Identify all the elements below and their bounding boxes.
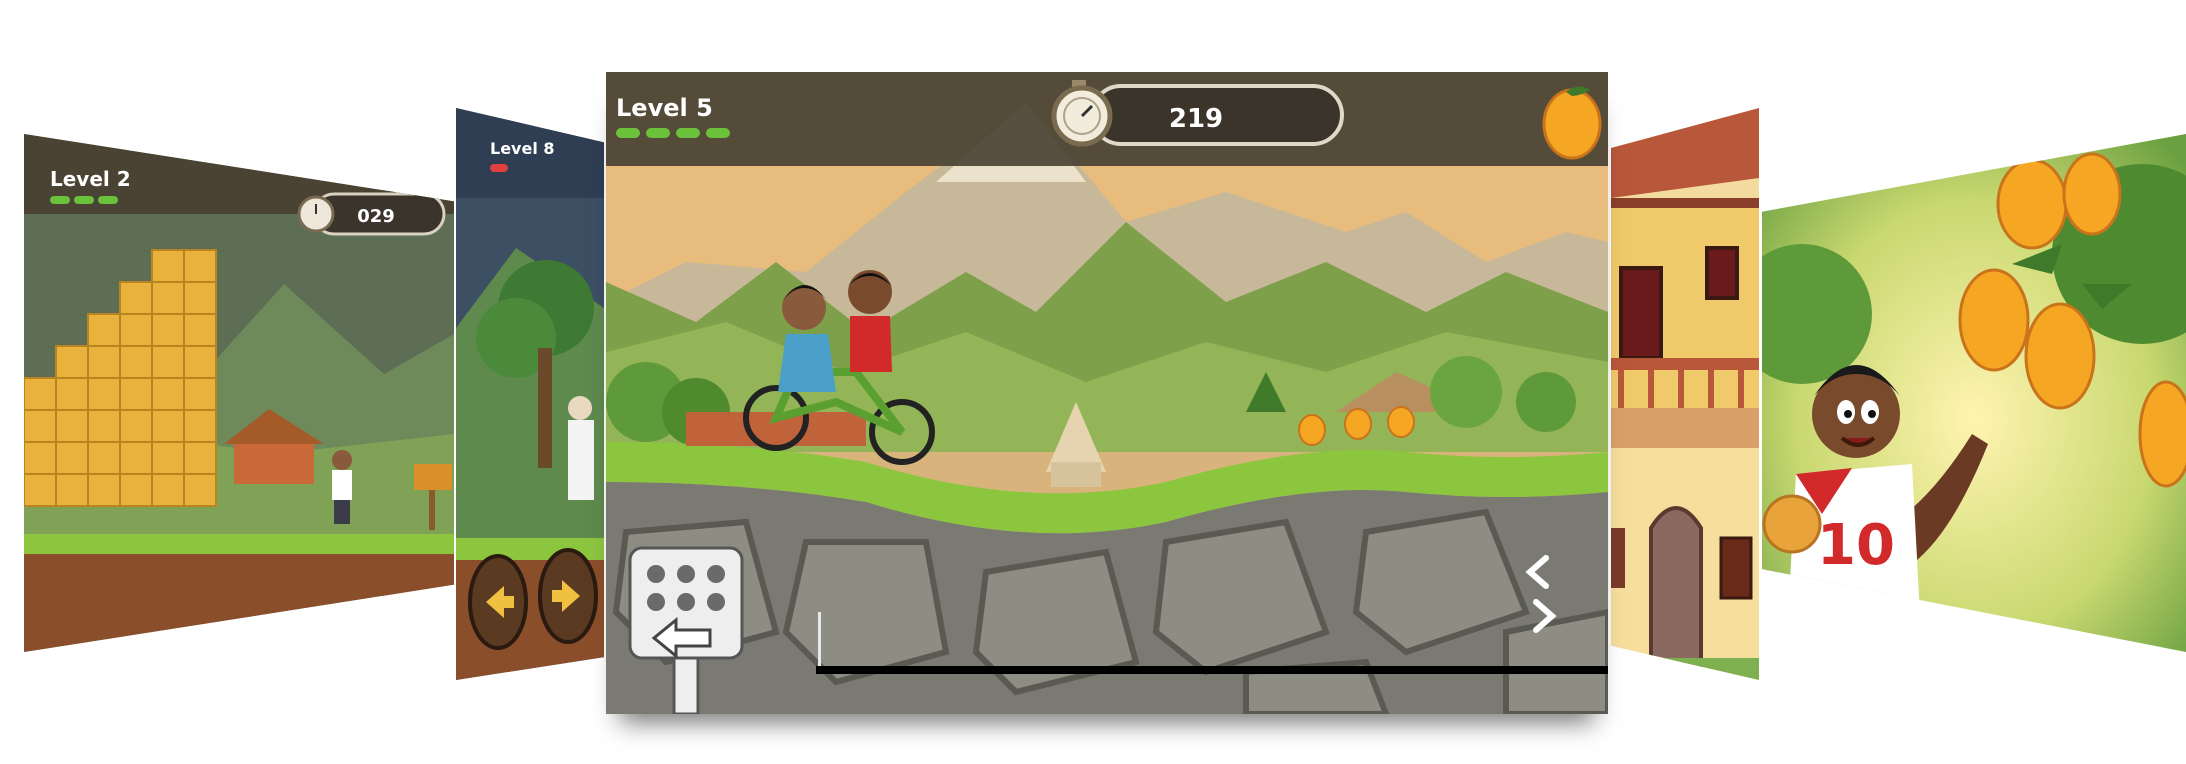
level-label-l8: Level 8 [490, 139, 555, 158]
screenshot-house-scene [1611, 108, 1759, 680]
level-label-l2: Level 2 [50, 167, 131, 191]
stopwatch-icon [297, 195, 335, 233]
timer-value-l2: 029 [357, 206, 395, 227]
level-label: Level 5 [616, 94, 713, 122]
jersey-number: 10 [1817, 513, 1895, 578]
arrow-right-icon[interactable] [538, 548, 598, 644]
main-game-screen: Level 5 219 [606, 72, 1608, 714]
timer-value: 219 [1169, 104, 1223, 134]
screenshot-level-2: Level 2 029 [24, 134, 454, 652]
screenshot-level-8: Level 8 [456, 108, 604, 680]
screenshot-mango-picking: 10 [1762, 134, 2186, 652]
level-progress-track [816, 666, 1608, 674]
arrow-left-icon[interactable] [468, 554, 528, 650]
